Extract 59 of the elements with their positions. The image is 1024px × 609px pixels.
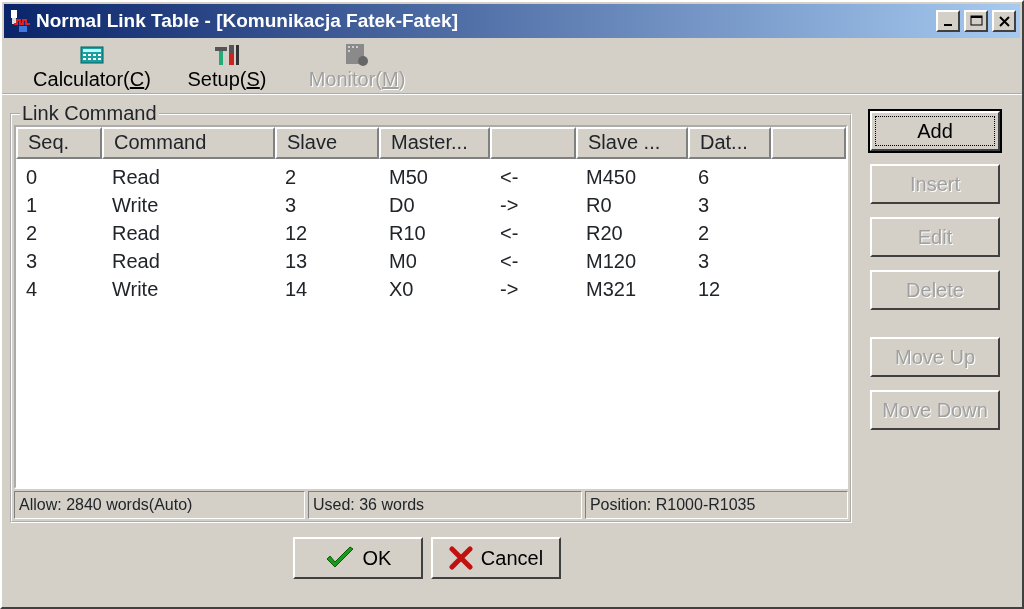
table-cell-text: Write [111,277,160,302]
window-title: Normal Link Table - [Komunikacja Fatek-Fatek] [36,8,459,33]
status-pane: Allow: 2840 words(Auto) [14,491,305,519]
cross-icon [448,546,473,570]
table-cell-text: M450 [585,165,638,190]
table-cell-text: M0 [388,249,418,274]
table-cell-text: R20 [585,221,624,246]
table-cell-text: R0 [585,193,613,218]
table-cell-text: M321 [585,277,638,302]
maximize-icon[interactable] [964,10,988,32]
column-header[interactable]: Slave ... [576,127,688,159]
minimize-icon[interactable] [936,10,960,32]
table-cell-text: 3 [284,193,298,218]
toolbar-button[interactable]: Setup(S) [172,42,282,91]
table-cell-text: 0 [25,165,39,190]
table-cell-text: 2 [25,221,39,246]
column-header[interactable] [490,127,576,159]
table-cell-text: 2 [697,221,711,246]
side-button[interactable]: Add [870,111,1000,151]
table-cell-text: Read [111,249,161,274]
table-cell-text: X0 [388,277,415,302]
table-cell-text: 12 [284,221,309,246]
table-cell-text: <- [499,249,520,274]
table-cell-text: 4 [25,277,39,302]
dialog-button[interactable]: Cancel [431,537,561,579]
column-header[interactable]: Command [102,127,275,159]
table-cell-text: M120 [585,249,638,274]
table-cell-text: 3 [697,249,711,274]
table-cell-text: 12 [697,277,722,302]
table-cell-text: <- [499,165,520,190]
status-pane: Used: 36 words [307,491,582,519]
table-cell-text: -> [499,277,520,302]
toolbar-button[interactable]: Calculator(C) [12,42,172,91]
status-pane: Position: R1000-R1035 [584,491,848,519]
table-cell-text: Read [111,221,161,246]
close-icon[interactable] [992,10,1016,32]
table-cell-text: Write [111,193,160,218]
table-cell-text: <- [499,221,520,246]
monitor-icon [344,42,370,68]
check-icon [324,546,355,570]
table-cell-text: M50 [388,165,429,190]
table-cell-text: 3 [25,249,39,274]
table-cell-text: 14 [284,277,309,302]
table-cell-text: D0 [388,193,416,218]
table-cell-text: 2 [284,165,298,190]
app-icon [8,9,32,33]
table-cell-text: 6 [697,165,711,190]
table-cell-text: -> [499,193,520,218]
column-header[interactable]: Slave [275,127,379,159]
dialog-button[interactable]: OK [293,537,423,579]
table-cell-text: 3 [697,193,711,218]
table-cell-text: Read [111,165,161,190]
column-header[interactable]: Master... [379,127,490,159]
table-cell-text: 1 [25,193,39,218]
tools-icon [213,42,241,68]
column-header[interactable]: Dat... [688,127,771,159]
table-cell-text: 13 [284,249,309,274]
column-header[interactable]: Seq. [16,127,102,159]
table-cell-text: R10 [388,221,427,246]
